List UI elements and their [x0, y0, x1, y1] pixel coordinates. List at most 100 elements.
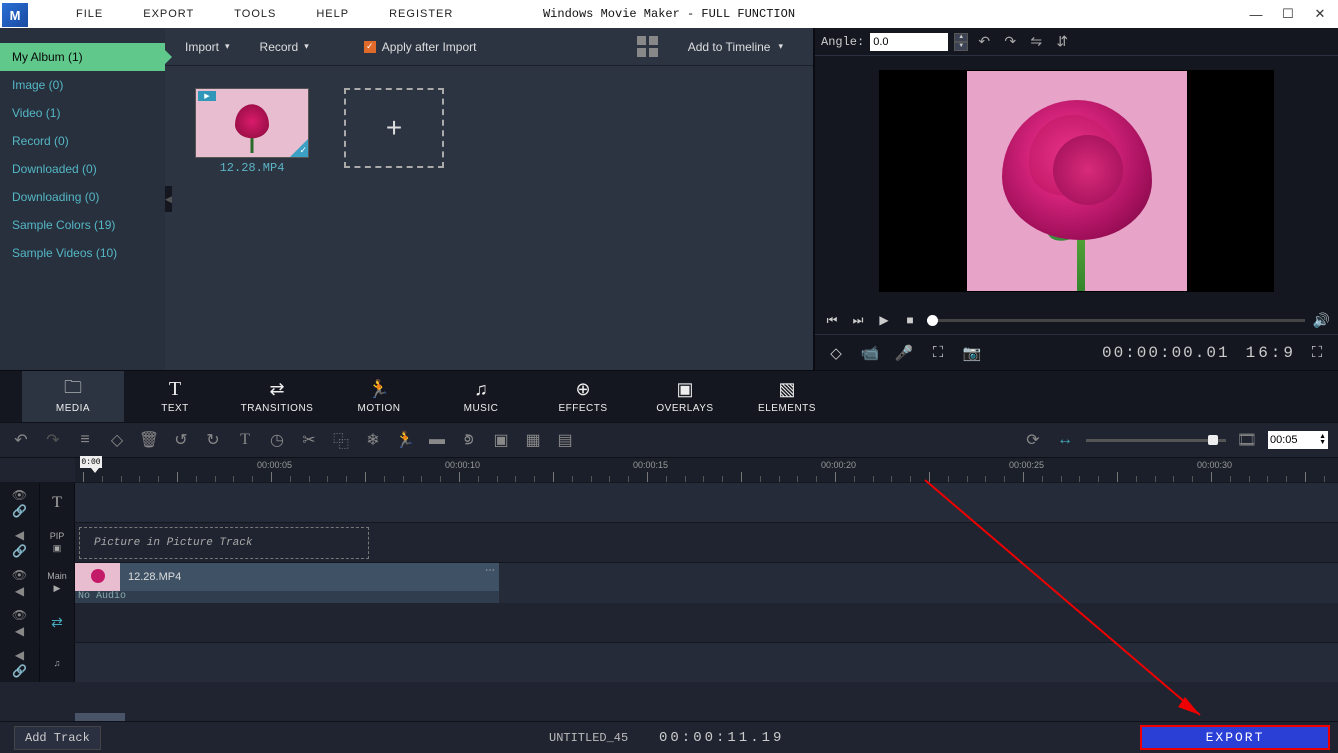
media-thumbnail[interactable]: ▶ ✓ 12.28.MP4 [195, 88, 309, 348]
mosaic-icon[interactable]: ▦ [522, 429, 544, 451]
marker-icon[interactable]: ◇ [106, 429, 128, 451]
camera-icon[interactable]: 📹 [857, 340, 883, 366]
mic-icon[interactable]: 🎤 [891, 340, 917, 366]
playhead-marker[interactable]: 0:00 [80, 456, 102, 468]
horizontal-scrollbar[interactable] [75, 713, 125, 721]
track-pip-controls[interactable]: ◀🔗 [0, 523, 40, 562]
pip-icon[interactable]: ▣ [490, 429, 512, 451]
audio-clip[interactable]: No Audio [75, 591, 499, 603]
back-icon[interactable]: ◀ [15, 648, 24, 662]
stop-icon[interactable]: ■ [901, 313, 919, 327]
menu-tools[interactable]: TOOLS [214, 8, 296, 20]
track-text-controls[interactable]: 👁🔗 [0, 483, 40, 522]
copy-icon[interactable]: ⿻ [330, 429, 352, 451]
duration-input[interactable]: 00:05▲▼ [1268, 431, 1328, 449]
tab-elements[interactable]: ▧ELEMENTS [736, 371, 838, 422]
grid-view-icon[interactable] [637, 36, 658, 57]
tab-media[interactable]: 🗀MEDIA [22, 371, 124, 422]
calendar-icon[interactable]: ▤ [554, 429, 576, 451]
add-track-button[interactable]: Add Track [14, 726, 101, 750]
color-picker-icon[interactable]: ◇ [823, 340, 849, 366]
motion-tool-icon[interactable]: 🏃 [394, 429, 416, 451]
rotate-left-icon[interactable]: ↺ [170, 429, 192, 451]
sidebar-item-video[interactable]: Video (1) [0, 99, 165, 127]
delete-icon[interactable]: 🗑 [138, 429, 160, 451]
export-button[interactable]: EXPORT [1140, 725, 1330, 750]
timeline-clip[interactable]: 12.28.MP4 ⋯ [75, 563, 499, 591]
zoom-slider[interactable] [1086, 439, 1226, 442]
menu-file[interactable]: FILE [56, 8, 123, 20]
tab-transitions[interactable]: ⇄TRANSITIONS [226, 371, 328, 422]
eye-icon[interactable]: 👁 [12, 568, 27, 582]
undo-icon[interactable]: ↶ [974, 32, 994, 52]
sidebar-item-image[interactable]: Image (0) [0, 71, 165, 99]
undo-button[interactable]: ↶ [10, 429, 32, 451]
link-icon[interactable]: 🔗 [12, 664, 27, 678]
track-audio2-body[interactable] [75, 643, 1338, 682]
sidebar-item-samplecolors[interactable]: Sample Colors (19) [0, 211, 165, 239]
tab-motion[interactable]: 🏃MOTION [328, 371, 430, 422]
volume-icon[interactable]: 🔊 [1313, 312, 1330, 329]
sidebar-item-myalbum[interactable]: My Album (1) [0, 43, 165, 71]
record-dropdown[interactable]: Record▾ [260, 40, 309, 54]
back-icon[interactable]: ◀ [15, 584, 24, 598]
timeline-ruler[interactable]: 0:00 00:00:05 00:00:10 00:00:15 00:00:20… [75, 458, 1338, 482]
sidebar-item-downloaded[interactable]: Downloaded (0) [0, 155, 165, 183]
track-audio1-controls[interactable]: 👁◀ [0, 603, 40, 642]
sidebar-item-record[interactable]: Record (0) [0, 127, 165, 155]
add-to-timeline-button[interactable]: Add to Timeline▾ [688, 40, 783, 54]
back-icon[interactable]: ◀ [15, 528, 24, 542]
play-icon[interactable]: ▶ [875, 313, 893, 327]
tab-effects[interactable]: ⊕EFFECTS [532, 371, 634, 422]
track-main-controls[interactable]: 👁◀ [0, 563, 40, 602]
add-media-button[interactable]: + [344, 88, 444, 168]
eye-icon[interactable]: 👁 [12, 488, 27, 502]
playback-slider[interactable] [927, 319, 1305, 322]
fullscreen-icon[interactable]: ⛶ [925, 340, 951, 366]
back-icon[interactable]: ◀ [15, 624, 24, 638]
menu-export[interactable]: EXPORT [123, 8, 214, 20]
apply-after-import-checkbox[interactable]: ✓Apply after Import [364, 40, 477, 54]
expand-icon[interactable]: ⛶ [1304, 340, 1330, 366]
flip-h-icon[interactable]: ⇋ [1026, 32, 1046, 52]
refresh-icon[interactable]: ⟳ [1022, 429, 1044, 451]
flip-v-icon[interactable]: ⇵ [1052, 32, 1072, 52]
angle-up[interactable]: ▲ [954, 33, 968, 42]
redo-icon[interactable]: ↷ [1000, 32, 1020, 52]
snapshot-icon[interactable]: 📷 [959, 340, 985, 366]
sidebar-item-samplevideos[interactable]: Sample Videos (10) [0, 239, 165, 267]
color-icon[interactable]: ▬ [426, 429, 448, 451]
maximize-button[interactable]: ☐ [1276, 2, 1300, 26]
import-dropdown[interactable]: Import▾ [185, 40, 230, 54]
link-icon[interactable]: 🔗 [12, 504, 27, 518]
cut-icon[interactable]: ✂ [298, 429, 320, 451]
pip-placeholder[interactable]: Picture in Picture Track [79, 527, 369, 559]
tab-text[interactable]: TTEXT [124, 371, 226, 422]
tab-music[interactable]: ♫MUSIC [430, 371, 532, 422]
redo-button[interactable]: ↷ [42, 429, 64, 451]
track-audio2-controls[interactable]: ◀🔗 [0, 643, 40, 682]
adjust-icon[interactable]: ≡ [74, 429, 96, 451]
sidebar-item-downloading[interactable]: Downloading (0) [0, 183, 165, 211]
minimize-button[interactable]: — [1244, 2, 1268, 26]
eye-icon[interactable]: 👁 [12, 608, 27, 622]
close-button[interactable]: ✕ [1308, 2, 1332, 26]
link-icon[interactable]: 🔗 [12, 544, 27, 558]
crop-icon[interactable]: ⟄ [458, 429, 480, 451]
clip-menu-icon[interactable]: ⋯ [485, 565, 495, 576]
menu-register[interactable]: REGISTER [369, 8, 473, 20]
sidebar-collapse-button[interactable]: ◀ [165, 186, 172, 212]
prev-end-icon[interactable]: ⏭ [849, 313, 867, 328]
track-text-body[interactable] [75, 483, 1338, 522]
angle-down[interactable]: ▼ [954, 42, 968, 51]
text-tool-icon[interactable]: T [234, 429, 256, 451]
fit-icon[interactable]: ↔ [1054, 429, 1076, 451]
angle-input[interactable] [870, 33, 948, 51]
track-main-body[interactable]: 12.28.MP4 ⋯ No Audio [75, 563, 1338, 603]
freeze-icon[interactable]: ❄ [362, 429, 384, 451]
menu-help[interactable]: HELP [296, 8, 369, 20]
speed-icon[interactable]: ◷ [266, 429, 288, 451]
track-audio1-body[interactable] [75, 603, 1338, 642]
tab-overlays[interactable]: ▣OVERLAYS [634, 371, 736, 422]
track-pip-body[interactable]: Picture in Picture Track [75, 523, 1338, 562]
